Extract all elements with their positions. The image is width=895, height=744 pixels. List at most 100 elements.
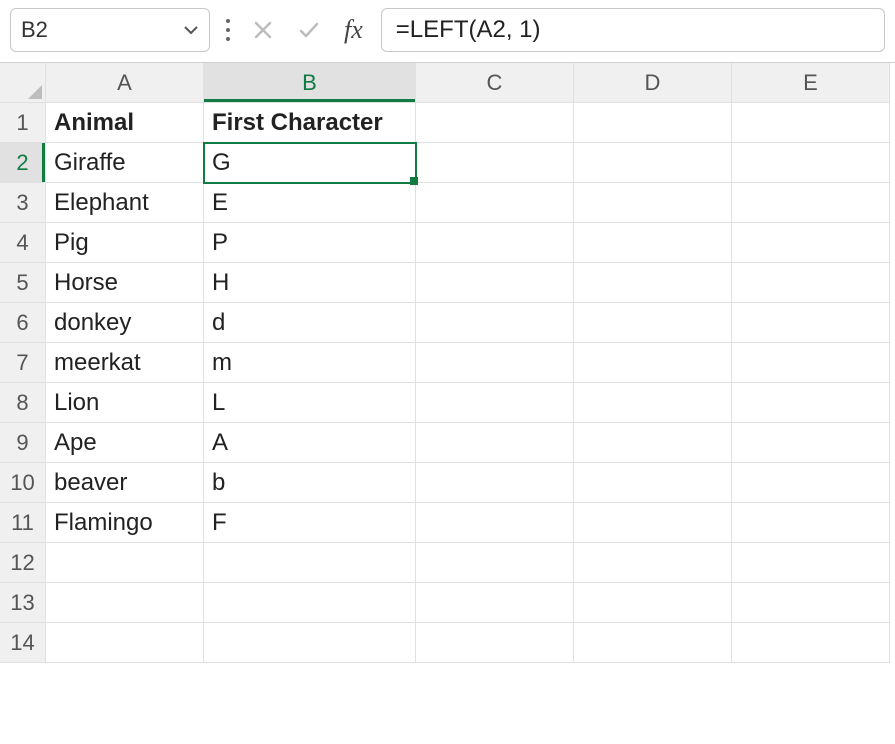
cell-A3[interactable]: Elephant <box>46 183 204 223</box>
cell-D2[interactable] <box>574 143 732 183</box>
cell-E12[interactable] <box>732 543 890 583</box>
formula-bar[interactable]: =LEFT(A2, 1) <box>381 8 885 52</box>
row-header-7[interactable]: 7 <box>0 343 46 383</box>
col-header-B[interactable]: B <box>204 63 416 103</box>
col-header-D[interactable]: D <box>574 63 732 103</box>
cell-E14[interactable] <box>732 623 890 663</box>
row-header-11[interactable]: 11 <box>0 503 46 543</box>
cell-B9[interactable]: A <box>204 423 416 463</box>
cell-D1[interactable] <box>574 103 732 143</box>
cell-D14[interactable] <box>574 623 732 663</box>
cell-C2[interactable] <box>416 143 574 183</box>
cell-E9[interactable] <box>732 423 890 463</box>
cell-D6[interactable] <box>574 303 732 343</box>
select-all-corner[interactable] <box>0 63 46 103</box>
cell-D8[interactable] <box>574 383 732 423</box>
row-header-5[interactable]: 5 <box>0 263 46 303</box>
cell-E1[interactable] <box>732 103 890 143</box>
cell-B11[interactable]: F <box>204 503 416 543</box>
cell-A5[interactable]: Horse <box>46 263 204 303</box>
row-header-3[interactable]: 3 <box>0 183 46 223</box>
row-header-10[interactable]: 10 <box>0 463 46 503</box>
cell-C11[interactable] <box>416 503 574 543</box>
cell-A12[interactable] <box>46 543 204 583</box>
cell-C10[interactable] <box>416 463 574 503</box>
cell-E5[interactable] <box>732 263 890 303</box>
row-header-2[interactable]: 2 <box>0 143 46 183</box>
col-header-E[interactable]: E <box>732 63 890 103</box>
cell-E3[interactable] <box>732 183 890 223</box>
cell-A2[interactable]: Giraffe <box>46 143 204 183</box>
cell-B13[interactable] <box>204 583 416 623</box>
cell-D3[interactable] <box>574 183 732 223</box>
cell-A9[interactable]: Ape <box>46 423 204 463</box>
cell-B8[interactable]: L <box>204 383 416 423</box>
cell-D9[interactable] <box>574 423 732 463</box>
cell-E8[interactable] <box>732 383 890 423</box>
row-header-9[interactable]: 9 <box>0 423 46 463</box>
cell-D4[interactable] <box>574 223 732 263</box>
col-header-C[interactable]: C <box>416 63 574 103</box>
cell-B12[interactable] <box>204 543 416 583</box>
formula-bar-value: =LEFT(A2, 1) <box>396 16 541 44</box>
row-header-13[interactable]: 13 <box>0 583 46 623</box>
cell-E4[interactable] <box>732 223 890 263</box>
fx-icon[interactable]: fx <box>338 15 369 45</box>
cell-E10[interactable] <box>732 463 890 503</box>
cell-B2[interactable]: G <box>204 143 416 183</box>
cell-D7[interactable] <box>574 343 732 383</box>
accept-formula-button[interactable] <box>292 13 326 47</box>
cell-B1[interactable]: First Character <box>204 103 416 143</box>
cell-C7[interactable] <box>416 343 574 383</box>
cell-D11[interactable] <box>574 503 732 543</box>
cell-B4[interactable]: P <box>204 223 416 263</box>
cell-B3[interactable]: E <box>204 183 416 223</box>
formula-row: B2 fx =LEFT(A2, 1) <box>0 0 895 62</box>
cell-C13[interactable] <box>416 583 574 623</box>
cell-E11[interactable] <box>732 503 890 543</box>
cell-C4[interactable] <box>416 223 574 263</box>
cell-B14[interactable] <box>204 623 416 663</box>
cell-A10[interactable]: beaver <box>46 463 204 503</box>
cell-A7[interactable]: meerkat <box>46 343 204 383</box>
cell-C12[interactable] <box>416 543 574 583</box>
cell-C8[interactable] <box>416 383 574 423</box>
cell-C9[interactable] <box>416 423 574 463</box>
cell-E2[interactable] <box>732 143 890 183</box>
cell-D12[interactable] <box>574 543 732 583</box>
cell-D5[interactable] <box>574 263 732 303</box>
row-header-4[interactable]: 4 <box>0 223 46 263</box>
cell-E6[interactable] <box>732 303 890 343</box>
cell-A13[interactable] <box>46 583 204 623</box>
cell-A6[interactable]: donkey <box>46 303 204 343</box>
row-header-6[interactable]: 6 <box>0 303 46 343</box>
row-header-14[interactable]: 14 <box>0 623 46 663</box>
cell-C6[interactable] <box>416 303 574 343</box>
spreadsheet-grid[interactable]: A B C D E 1 Animal First Character 2 Gir… <box>0 62 895 663</box>
cell-A14[interactable] <box>46 623 204 663</box>
row-header-8[interactable]: 8 <box>0 383 46 423</box>
cell-B6[interactable]: d <box>204 303 416 343</box>
cell-B5[interactable]: H <box>204 263 416 303</box>
cancel-formula-button[interactable] <box>246 13 280 47</box>
cell-C5[interactable] <box>416 263 574 303</box>
chevron-down-icon[interactable] <box>183 22 199 38</box>
name-box[interactable]: B2 <box>10 8 210 52</box>
cell-B7[interactable]: m <box>204 343 416 383</box>
row-header-1[interactable]: 1 <box>0 103 46 143</box>
cell-A8[interactable]: Lion <box>46 383 204 423</box>
cell-E7[interactable] <box>732 343 890 383</box>
cell-A1[interactable]: Animal <box>46 103 204 143</box>
cell-C1[interactable] <box>416 103 574 143</box>
row-header-12[interactable]: 12 <box>0 543 46 583</box>
more-icon[interactable] <box>222 16 234 44</box>
cell-B10[interactable]: b <box>204 463 416 503</box>
cell-D10[interactable] <box>574 463 732 503</box>
col-header-A[interactable]: A <box>46 63 204 103</box>
cell-D13[interactable] <box>574 583 732 623</box>
cell-C3[interactable] <box>416 183 574 223</box>
cell-A4[interactable]: Pig <box>46 223 204 263</box>
cell-E13[interactable] <box>732 583 890 623</box>
cell-C14[interactable] <box>416 623 574 663</box>
cell-A11[interactable]: Flamingo <box>46 503 204 543</box>
